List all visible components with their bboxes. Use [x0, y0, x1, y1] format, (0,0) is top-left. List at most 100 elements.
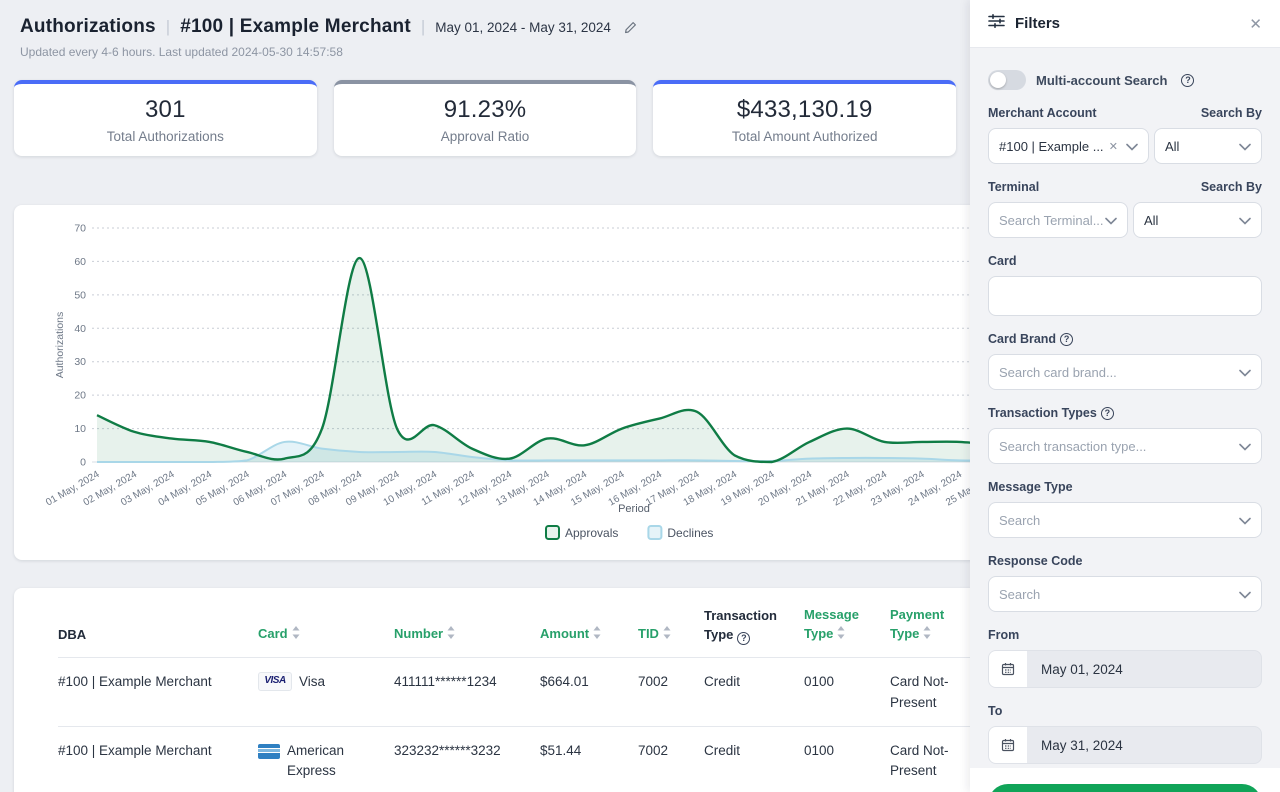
card-label: Card [988, 254, 1016, 268]
sort-icon [447, 626, 455, 645]
sort-icon [663, 626, 671, 645]
help-icon[interactable]: ? [737, 632, 750, 645]
sort-icon [837, 626, 845, 645]
sort-icon [593, 626, 601, 645]
column-header-card[interactable]: Card [258, 588, 394, 657]
legend-declines[interactable]: Declines [648, 526, 713, 540]
svg-text:70: 70 [74, 223, 86, 235]
svg-text:50: 50 [74, 289, 86, 301]
from-label: From [988, 628, 1019, 642]
cell-transaction-type: Credit [704, 657, 804, 726]
chevron-down-icon [1239, 439, 1251, 454]
cell-payment-type: Card Not-Present [890, 726, 972, 792]
column-header-tid[interactable]: TID [638, 588, 704, 657]
response-code-label: Response Code [988, 554, 1082, 568]
column-header-payment-type[interactable]: Payment Type [890, 588, 972, 657]
card-input[interactable] [988, 276, 1262, 316]
chevron-down-icon [1239, 139, 1251, 154]
page-header: Authorizations | #100 | Example Merchant… [0, 0, 970, 59]
chevron-down-icon [1105, 213, 1117, 228]
help-icon[interactable]: ? [1060, 333, 1073, 346]
y-axis-title: Authorizations [54, 312, 66, 379]
cell-tid: 7002 [638, 726, 704, 792]
stat-value: 91.23% [444, 96, 527, 124]
merchant-search-by-select[interactable]: All [1154, 128, 1262, 164]
approvals-area [97, 258, 997, 462]
column-header-number[interactable]: Number [394, 588, 540, 657]
approvals-line [97, 258, 997, 462]
visa-badge: VISA [258, 672, 292, 691]
card-brand-select[interactable]: Search card brand... [988, 354, 1262, 390]
svg-text:60: 60 [74, 256, 86, 268]
cell-dba: #100 | Example Merchant [58, 657, 258, 726]
help-icon[interactable]: ? [1101, 407, 1114, 420]
stat-label: Total Amount Authorized [732, 129, 878, 144]
to-date-value: May 31, 2024 [1027, 727, 1123, 763]
merchant-account-select[interactable]: #100 | Example ... ✕ [988, 128, 1149, 164]
cell-payment-type: Card Not-Present [890, 657, 972, 726]
search-by-label: Search By [1201, 180, 1262, 194]
clear-icon[interactable]: ✕ [1109, 140, 1118, 153]
legend-approvals[interactable]: Approvals [546, 526, 618, 540]
filters-body: Multi-account Search ? Merchant Account … [970, 48, 1280, 764]
from-date-value: May 01, 2024 [1027, 651, 1123, 687]
y-axis-labels: 010203040506070Authorizations [54, 223, 86, 469]
main-content: Authorizations | #100 | Example Merchant… [0, 0, 970, 792]
chevron-down-icon [1239, 365, 1251, 380]
transaction-types-placeholder: Search transaction type... [999, 439, 1239, 454]
filters-footer [970, 768, 1280, 792]
svg-text:Approvals: Approvals [565, 526, 618, 540]
svg-text:20: 20 [74, 390, 86, 402]
merchant-account-label: Merchant Account [988, 106, 1097, 120]
edit-date-icon[interactable] [623, 20, 638, 35]
terminal-select[interactable]: Search Terminal... [988, 202, 1128, 238]
close-icon[interactable]: ✕ [1249, 15, 1262, 33]
transaction-types-select[interactable]: Search transaction type... [988, 428, 1262, 464]
search-by-value: All [1144, 213, 1239, 228]
cell-amount: $51.44 [540, 726, 638, 792]
help-icon[interactable]: ? [1181, 74, 1194, 87]
column-header-amount[interactable]: Amount [540, 588, 638, 657]
cell-transaction-type: Credit [704, 726, 804, 792]
merchant-account-value: #100 | Example ... [999, 139, 1105, 154]
cell-amount: $664.01 [540, 657, 638, 726]
cell-number: 411111******1234 [394, 657, 540, 726]
filters-panel: Filters ✕ Multi-account Search ? Merchan… [970, 0, 1280, 792]
last-updated-text: Updated every 4-6 hours. Last updated 20… [20, 45, 950, 59]
column-header-message-type[interactable]: Message Type [804, 588, 890, 657]
cell-tid: 7002 [638, 657, 704, 726]
title-row: Authorizations | #100 | Example Merchant… [20, 16, 950, 38]
chevron-down-icon [1239, 213, 1251, 228]
svg-text:Declines: Declines [667, 526, 713, 540]
response-code-select[interactable]: Search [988, 576, 1262, 612]
to-date-field[interactable]: May 31, 2024 [988, 726, 1262, 764]
cell-message-type: 0100 [804, 657, 890, 726]
message-type-select[interactable]: Search [988, 502, 1262, 538]
multi-account-label: Multi-account Search [1036, 73, 1167, 88]
chevron-down-icon [1239, 587, 1251, 602]
cell-card: VISAVisa [258, 657, 394, 726]
terminal-label: Terminal [988, 180, 1039, 194]
stat-label: Approval Ratio [441, 129, 530, 144]
x-axis-labels: 01 May, 202402 May, 202403 May, 202404 M… [44, 469, 1002, 509]
stat-card-total-authorizations: 301 Total Authorizations [14, 80, 317, 156]
title-separator: | [166, 17, 170, 37]
calendar-icon [989, 651, 1027, 687]
filter-sliders-icon [988, 14, 1005, 33]
cell-dba: #100 | Example Merchant [58, 726, 258, 792]
stat-value: $433,130.19 [737, 96, 873, 124]
terminal-search-by-select[interactable]: All [1133, 202, 1262, 238]
to-label: To [988, 704, 1002, 718]
card-brand-placeholder: Search card brand... [999, 365, 1239, 380]
column-header-dba: DBA [58, 588, 258, 657]
from-date-field[interactable]: May 01, 2024 [988, 650, 1262, 688]
apply-button[interactable] [988, 784, 1262, 792]
svg-text:10: 10 [74, 423, 86, 435]
transaction-types-label: Transaction Types? [988, 406, 1114, 420]
merchant-name: #100 | Example Merchant [180, 16, 411, 38]
stat-card-approval-ratio: 91.23% Approval Ratio [334, 80, 637, 156]
chart-legend: Approvals Declines [546, 526, 713, 540]
chevron-down-icon [1239, 513, 1251, 528]
search-by-label: Search By [1201, 106, 1262, 120]
multi-account-toggle[interactable] [988, 70, 1026, 90]
